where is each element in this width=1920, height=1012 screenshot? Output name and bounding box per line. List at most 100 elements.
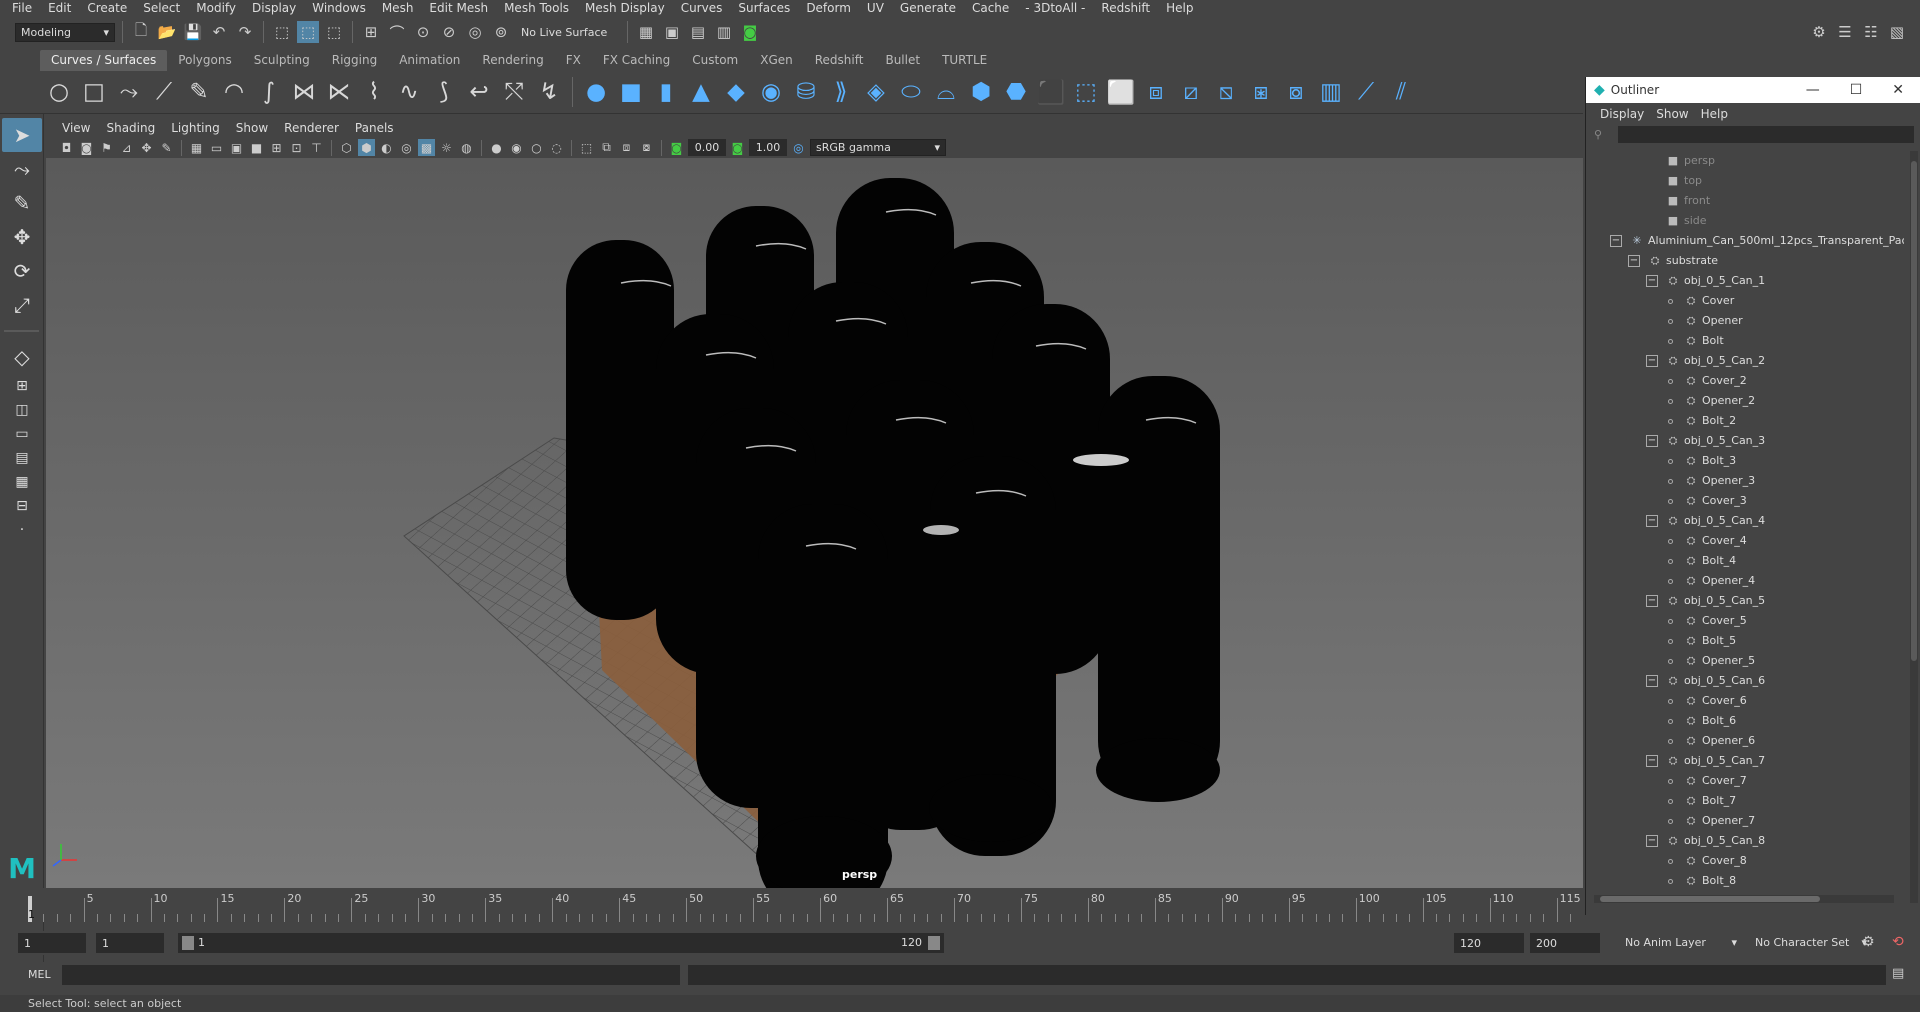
outliner-item[interactable]: ■ top: [1586, 171, 1904, 191]
outliner-item[interactable]: − ⛭ obj_0_5_Can_1: [1586, 271, 1904, 291]
intersect-icon[interactable]: ⧄: [1176, 77, 1206, 107]
smooth-shade-icon[interactable]: ⬢: [358, 139, 375, 156]
nurbs-torus-icon[interactable]: ◉: [756, 77, 786, 107]
outliner-menu-display[interactable]: Display: [1594, 107, 1650, 121]
save-scene-icon[interactable]: 💾: [182, 21, 204, 43]
outliner-item[interactable]: − ⛭ obj_0_5_Can_3: [1586, 431, 1904, 451]
outliner-item[interactable]: − ⛭ obj_0_5_Can_8: [1586, 831, 1904, 851]
open-close-icon[interactable]: ⧆: [1246, 77, 1276, 107]
depth-of-field-icon[interactable]: ◌: [548, 139, 565, 156]
select-tool-icon[interactable]: ➤: [2, 118, 42, 152]
persp-outliner-layout-icon[interactable]: ▭: [2, 422, 42, 446]
shelf-tab-bullet[interactable]: Bullet: [874, 50, 931, 71]
outliner-item[interactable]: − ⛭ obj_0_5_Can_2: [1586, 351, 1904, 371]
panel-menu-view[interactable]: View: [54, 121, 98, 135]
outliner-item[interactable]: ⛭ Bolt_7: [1586, 791, 1904, 811]
outliner-item[interactable]: ■ side: [1586, 211, 1904, 231]
toggle-attribute-editor-icon[interactable]: ▧: [1886, 21, 1908, 43]
outliner-vertical-scrollbar[interactable]: [1910, 151, 1918, 903]
paint-select-icon[interactable]: ✎: [2, 186, 42, 220]
panel-menu-panels[interactable]: Panels: [347, 121, 402, 135]
open-scene-icon[interactable]: 📂: [156, 21, 178, 43]
range-start-handle[interactable]: [182, 936, 194, 950]
outliner-item[interactable]: ⛭ Opener_2: [1586, 391, 1904, 411]
collapse-toggle[interactable]: −: [1646, 835, 1658, 847]
menu-mesh-tools[interactable]: Mesh Tools: [496, 0, 577, 17]
collapse-toggle[interactable]: −: [1646, 355, 1658, 367]
render-view-icon[interactable]: ▥: [713, 21, 735, 43]
square-surface-icon[interactable]: ⬛: [1036, 77, 1066, 107]
outliner-item[interactable]: ⛭ Cover_6: [1586, 691, 1904, 711]
scrollbar-thumb[interactable]: [1600, 896, 1820, 902]
menu-3dtoall[interactable]: - 3DtoAll -: [1017, 0, 1093, 17]
time-slider[interactable]: 1510152025303540455055606570758085909510…: [0, 888, 1583, 922]
insert-knot-icon[interactable]: ⌇: [359, 77, 389, 107]
loft-icon[interactable]: ⟫: [826, 77, 856, 107]
nurbs-sphere-icon[interactable]: ●: [581, 77, 611, 107]
scene-end-field[interactable]: 200: [1530, 933, 1600, 953]
panel-menu-lighting[interactable]: Lighting: [163, 121, 228, 135]
panel-menu-shading[interactable]: Shading: [98, 121, 163, 135]
outliner-item[interactable]: − ⛭ obj_0_5_Can_6: [1586, 671, 1904, 691]
outliner-search-input[interactable]: [1618, 126, 1914, 143]
shelf-tab-turtle[interactable]: TURTLE: [931, 50, 998, 71]
outliner-item[interactable]: ⛭ Opener_6: [1586, 731, 1904, 751]
shelf-tab-fx[interactable]: FX: [555, 50, 592, 71]
anim-layer-dropdown[interactable]: No Anim Layer ▾: [1620, 933, 1742, 952]
close-icon[interactable]: ✕: [1892, 82, 1904, 98]
shelf-tab-rigging[interactable]: Rigging: [321, 50, 388, 71]
field-chart-icon[interactable]: ⊞: [268, 139, 285, 156]
persp-outliner-graph-layout-icon[interactable]: ▤: [2, 446, 42, 470]
maximize-icon[interactable]: ☐: [1850, 82, 1863, 98]
shelf-tab-fx-caching[interactable]: FX Caching: [592, 50, 681, 71]
collapse-toggle[interactable]: −: [1628, 255, 1640, 267]
shelf-tab-custom[interactable]: Custom: [681, 50, 749, 71]
menu-surfaces[interactable]: Surfaces: [730, 0, 798, 17]
pencil-curve-icon[interactable]: ✎: [184, 77, 214, 107]
layout-options-icon[interactable]: ⊟: [2, 494, 42, 518]
collapse-toggle[interactable]: −: [1646, 755, 1658, 767]
detach-curves-icon[interactable]: ⋉: [324, 77, 354, 107]
surface-fillet-icon[interactable]: ⧇: [1281, 77, 1311, 107]
outliner-item[interactable]: ⛭ Bolt_5: [1586, 631, 1904, 651]
planar-icon[interactable]: ◈: [861, 77, 891, 107]
snap-curve-icon[interactable]: ⌒: [386, 21, 408, 43]
outliner-item[interactable]: ⛭ Opener_3: [1586, 471, 1904, 491]
toggle-channel-box-icon[interactable]: ☷: [1860, 21, 1882, 43]
snap-live-icon[interactable]: ⊚: [490, 21, 512, 43]
gate-mask-icon[interactable]: ■: [248, 139, 265, 156]
reverse-icon[interactable]: ↩: [464, 77, 494, 107]
menu-redshift[interactable]: Redshift: [1093, 0, 1158, 17]
grid-icon[interactable]: ▦: [188, 139, 205, 156]
panel-menu-show[interactable]: Show: [228, 121, 276, 135]
outliner-item[interactable]: ⛭ Cover_7: [1586, 771, 1904, 791]
rotate-tool-icon[interactable]: ⟳: [2, 254, 42, 288]
shelf-tab-redshift[interactable]: Redshift: [804, 50, 875, 71]
menu-help[interactable]: Help: [1158, 0, 1201, 17]
outliner-item[interactable]: ⛭ Cover_3: [1586, 491, 1904, 511]
snap-grid-icon[interactable]: ⊞: [360, 21, 382, 43]
panel-menu-renderer[interactable]: Renderer: [276, 121, 347, 135]
character-set-dropdown[interactable]: No Character Set ▾: [1750, 933, 1872, 952]
camera-attributes-icon[interactable]: ◙: [78, 139, 95, 156]
outliner-item[interactable]: ⛭ Opener_7: [1586, 811, 1904, 831]
outliner-menu-show[interactable]: Show: [1650, 107, 1694, 121]
rebuild-surface-icon[interactable]: ⫽: [1386, 77, 1416, 107]
ipr-render-icon[interactable]: ▤: [687, 21, 709, 43]
select-object-icon[interactable]: ⬚: [297, 21, 319, 43]
xray-icon[interactable]: ⧉: [598, 139, 615, 156]
snap-surface-icon[interactable]: ◎: [464, 21, 486, 43]
nurbs-cube-icon[interactable]: ■: [616, 77, 646, 107]
menu-mesh[interactable]: Mesh: [374, 0, 422, 17]
move-tool-icon[interactable]: ✥: [2, 220, 42, 254]
hypershade-icon[interactable]: ◙: [739, 21, 761, 43]
new-scene-icon[interactable]: 🗋: [130, 21, 152, 43]
shelf-tab-animation[interactable]: Animation: [388, 50, 471, 71]
bezier-curve-icon[interactable]: ∫: [254, 77, 284, 107]
gamma-field[interactable]: 1.00: [749, 139, 787, 156]
menu-cache[interactable]: Cache: [964, 0, 1017, 17]
color-management-icon[interactable]: ◎: [790, 139, 807, 156]
grease-pencil-icon[interactable]: ✎: [158, 139, 175, 156]
wireframe-on-shaded-icon[interactable]: ◎: [398, 139, 415, 156]
outliner-item[interactable]: ⛭ Cover_5: [1586, 611, 1904, 631]
